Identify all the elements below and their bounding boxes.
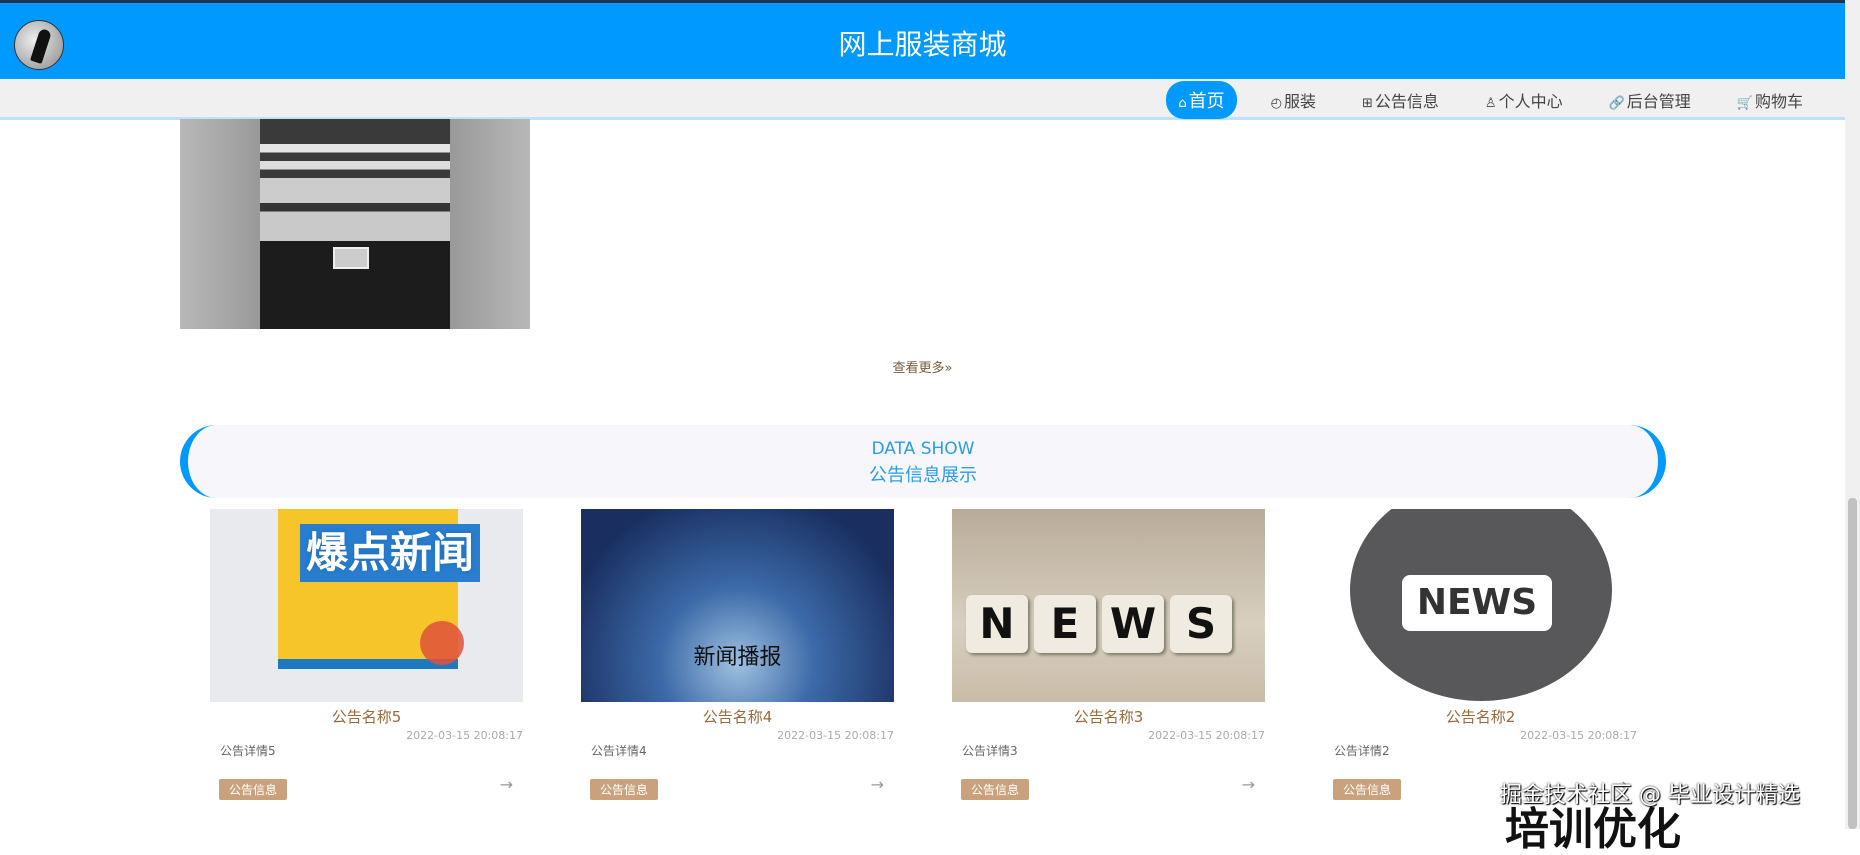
user-icon: ♙ bbox=[1484, 96, 1497, 111]
nav-item-admin[interactable]: 🔗 后台管理 bbox=[1597, 82, 1703, 118]
letter-block: E bbox=[1034, 595, 1096, 653]
notice-tag: 公告信息 bbox=[590, 779, 659, 800]
notice-date: 2022-03-15 20:08:17 bbox=[406, 729, 523, 742]
nav-label: 服装 bbox=[1283, 92, 1316, 111]
arrow-right-icon[interactable]: → bbox=[871, 775, 884, 794]
notice-title[interactable]: 公告名称3 bbox=[952, 706, 1265, 727]
home-icon: ⌂ bbox=[1178, 96, 1187, 111]
notice-title[interactable]: 公告名称2 bbox=[1324, 706, 1637, 727]
notice-date: 2022-03-15 20:08:17 bbox=[777, 729, 894, 742]
notice-card[interactable]: NEWS 公告名称2 2022-03-15 20:08:17 公告详情2 公告信… bbox=[1324, 509, 1637, 809]
view-more-link[interactable]: 查看更多» bbox=[0, 357, 1845, 376]
notice-image[interactable]: 新闻播报 bbox=[581, 509, 894, 702]
notice-tag: 公告信息 bbox=[1333, 779, 1402, 800]
letter-block: W bbox=[1102, 595, 1164, 653]
clothing-icon: ◴ bbox=[1270, 96, 1282, 111]
notice-card[interactable]: NEWS 公告名称3 2022-03-15 20:08:17 公告详情3 公告信… bbox=[952, 509, 1265, 809]
video-caption: 培训优化 bbox=[1505, 804, 1681, 855]
belt-buckle bbox=[333, 247, 369, 269]
notice-detail: 公告详情5 bbox=[220, 744, 276, 758]
nav-label: 购物车 bbox=[1754, 92, 1803, 111]
banner-cn: 公告信息展示 bbox=[869, 465, 977, 486]
letter-block: S bbox=[1170, 595, 1232, 653]
scrollbar[interactable] bbox=[1845, 0, 1860, 829]
section-banner: DATA SHOW 公告信息展示 bbox=[180, 425, 1666, 498]
nav-item-home[interactable]: ⌂ 首页 bbox=[1166, 81, 1237, 119]
nav-item-cart[interactable]: 🛒 购物车 bbox=[1725, 82, 1815, 118]
image-caption: 新闻播报 bbox=[693, 645, 782, 670]
letter-block: N bbox=[966, 595, 1028, 653]
cart-icon: 🛒 bbox=[1736, 96, 1753, 111]
nav-label: 公告信息 bbox=[1374, 92, 1439, 111]
notice-tag: 公告信息 bbox=[219, 779, 288, 800]
image-caption: 爆点新闻 bbox=[300, 524, 481, 582]
arrow-right-icon[interactable]: → bbox=[1242, 775, 1255, 794]
banner-en: DATA SHOW bbox=[871, 439, 975, 459]
nav-item-profile[interactable]: ♙ 个人中心 bbox=[1473, 82, 1575, 118]
top-header: 网上服装商城 bbox=[0, 0, 1845, 79]
nav-label: 后台管理 bbox=[1626, 92, 1691, 111]
scrollbar-thumb[interactable] bbox=[1848, 498, 1857, 829]
notice-icon: ⊞ bbox=[1362, 96, 1373, 111]
notice-title[interactable]: 公告名称4 bbox=[581, 706, 894, 727]
notice-image[interactable]: 爆点新闻 bbox=[210, 509, 523, 702]
site-title: 网上服装商城 bbox=[838, 28, 1007, 61]
product-image[interactable] bbox=[180, 119, 530, 329]
notice-image[interactable]: NEWS bbox=[952, 509, 1265, 702]
notice-card[interactable]: 新闻播报 公告名称4 2022-03-15 20:08:17 公告详情4 公告信… bbox=[581, 509, 894, 809]
nav-bar: ⌂ 首页 ◴ 服装 ⊞ 公告信息 ♙ 个人中心 🔗 后台管理 🛒 购物车 bbox=[0, 79, 1845, 120]
notice-detail: 公告详情4 bbox=[591, 744, 647, 758]
nav-item-clothing[interactable]: ◴ 服装 bbox=[1259, 82, 1328, 118]
notice-detail: 公告详情2 bbox=[1334, 744, 1390, 758]
notice-card[interactable]: 爆点新闻 公告名称5 2022-03-15 20:08:17 公告详情5 公告信… bbox=[210, 509, 523, 809]
nav-item-notices[interactable]: ⊞ 公告信息 bbox=[1350, 82, 1451, 118]
nav-label: 个人中心 bbox=[1498, 92, 1563, 111]
notice-date: 2022-03-15 20:08:17 bbox=[1148, 729, 1265, 742]
notice-title[interactable]: 公告名称5 bbox=[210, 706, 523, 727]
cursor-indicator bbox=[420, 621, 464, 665]
notice-date: 2022-03-15 20:08:17 bbox=[1520, 729, 1637, 742]
image-caption: NEWS bbox=[1402, 575, 1552, 631]
image-caption: NEWS bbox=[966, 595, 1232, 653]
notice-detail: 公告详情3 bbox=[962, 744, 1018, 758]
link-icon: 🔗 bbox=[1608, 96, 1625, 111]
nav-label: 首页 bbox=[1188, 91, 1225, 112]
notice-image[interactable]: NEWS bbox=[1324, 509, 1637, 702]
arrow-right-icon[interactable]: → bbox=[500, 775, 513, 794]
notice-tag: 公告信息 bbox=[961, 779, 1030, 800]
